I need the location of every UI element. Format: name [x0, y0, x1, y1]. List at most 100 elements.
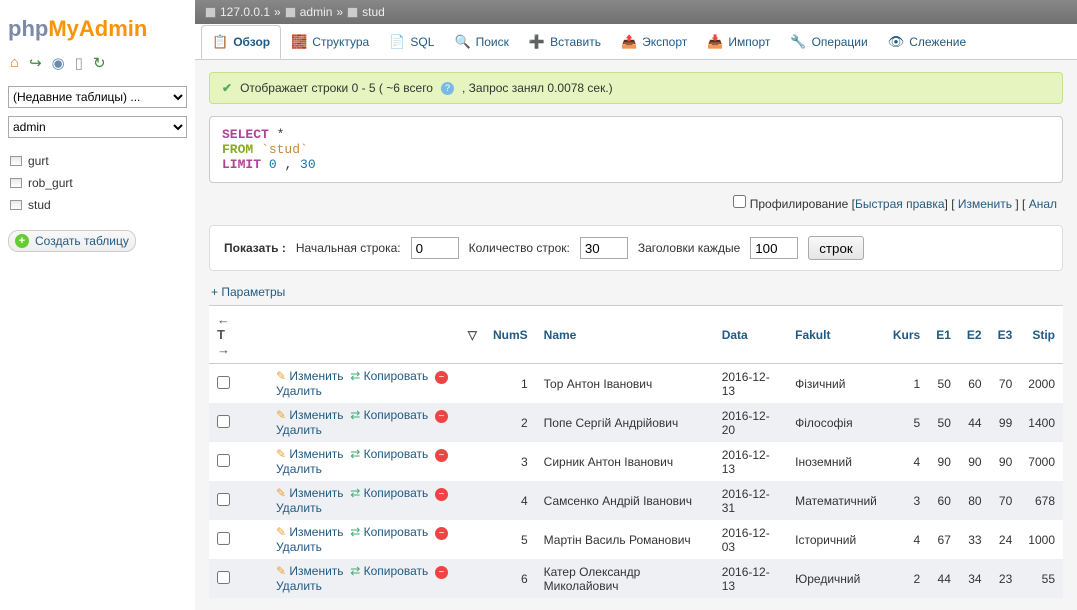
- table-icon: [10, 200, 22, 210]
- tab-structure[interactable]: 🧱Структура: [281, 26, 379, 58]
- edit-link[interactable]: Изменить: [289, 408, 343, 422]
- cell-data: 2016-12-20: [714, 403, 787, 442]
- pencil-icon: ✎: [276, 525, 286, 539]
- edit-link[interactable]: Изменить: [289, 525, 343, 539]
- db-icon: [285, 7, 296, 18]
- cell-e1: 90: [928, 442, 959, 481]
- col-kurs[interactable]: Kurs: [885, 306, 928, 364]
- col-fakult[interactable]: Fakult: [787, 306, 885, 364]
- help-icon[interactable]: ?: [441, 82, 454, 95]
- delete-link[interactable]: Удалить: [276, 579, 322, 593]
- col-nums[interactable]: NumS: [485, 306, 536, 364]
- delete-link[interactable]: Удалить: [276, 384, 322, 398]
- options-toggle[interactable]: + Параметры: [211, 285, 1063, 299]
- logout-icon[interactable]: ↪: [29, 54, 42, 72]
- tab-export[interactable]: 📤Экспорт: [611, 26, 697, 58]
- cell-nums: 2: [485, 403, 536, 442]
- tab-insert[interactable]: ➕Вставить: [519, 26, 611, 58]
- cell-data: 2016-12-13: [714, 442, 787, 481]
- cell-kurs: 3: [885, 481, 928, 520]
- copy-link[interactable]: Копировать: [364, 447, 429, 461]
- rows-submit-button[interactable]: строк: [808, 236, 863, 260]
- table-item-gurt[interactable]: gurt: [8, 150, 187, 172]
- delete-icon: −: [435, 488, 448, 501]
- breadcrumb-server[interactable]: 127.0.0.1: [220, 5, 270, 19]
- row-checkbox[interactable]: [217, 532, 230, 545]
- delete-link[interactable]: Удалить: [276, 540, 322, 554]
- copy-link[interactable]: Копировать: [364, 525, 429, 539]
- database-select[interactable]: admin: [8, 116, 187, 138]
- col-e2[interactable]: E2: [959, 306, 990, 364]
- tab-search[interactable]: 🔍Поиск: [444, 26, 518, 58]
- reload-icon[interactable]: ↻: [93, 54, 106, 72]
- col-data[interactable]: Data: [714, 306, 787, 364]
- row-count-input[interactable]: [580, 237, 628, 259]
- sort-indicator-icon: ▽: [468, 328, 477, 342]
- cell-e2: 33: [959, 520, 990, 559]
- status-message: ✔ Отображает строки 0 - 5 ( ~6 всего ? ,…: [209, 72, 1063, 104]
- copy-link[interactable]: Копировать: [364, 564, 429, 578]
- copy-icon: ⇄: [350, 369, 360, 383]
- cell-data: 2016-12-13: [714, 559, 787, 598]
- results-table: ← T → ▽ NumS Name Data Fakult Kurs E1 E2…: [209, 305, 1063, 598]
- pencil-icon: ✎: [276, 486, 286, 500]
- row-checkbox[interactable]: [217, 493, 230, 506]
- logo[interactable]: phpMyAdmin: [8, 16, 187, 42]
- row-checkbox[interactable]: [217, 571, 230, 584]
- delete-link[interactable]: Удалить: [276, 462, 322, 476]
- row-checkbox[interactable]: [217, 415, 230, 428]
- headers-every-input[interactable]: [750, 237, 798, 259]
- tab-import[interactable]: 📥Импорт: [697, 26, 780, 58]
- docs-icon[interactable]: ▯: [75, 54, 83, 72]
- cell-e3: 99: [990, 403, 1021, 442]
- col-e3[interactable]: E3: [990, 306, 1021, 364]
- delete-link[interactable]: Удалить: [276, 501, 322, 515]
- col-e1[interactable]: E1: [928, 306, 959, 364]
- cell-e1: 67: [928, 520, 959, 559]
- breadcrumb-table[interactable]: stud: [362, 5, 385, 19]
- cell-kurs: 4: [885, 520, 928, 559]
- breadcrumb-db[interactable]: admin: [300, 5, 333, 19]
- cell-e2: 60: [959, 364, 990, 404]
- structure-icon: 🧱: [291, 34, 307, 50]
- edit-link[interactable]: Изменить: [289, 447, 343, 461]
- cell-fakult: Математичний: [787, 481, 885, 520]
- tab-operations[interactable]: 🔧Операции: [780, 26, 877, 58]
- tab-sql[interactable]: 📄SQL: [379, 26, 444, 58]
- cell-name: Самсенко Андрій Іванович: [536, 481, 714, 520]
- copy-link[interactable]: Копировать: [364, 408, 429, 422]
- sort-controls[interactable]: ← T →: [217, 312, 230, 357]
- copy-link[interactable]: Копировать: [364, 369, 429, 383]
- table-item-stud[interactable]: stud: [8, 194, 187, 216]
- delete-link[interactable]: Удалить: [276, 423, 322, 437]
- delete-icon: −: [435, 371, 448, 384]
- edit-link[interactable]: Изменить: [289, 369, 343, 383]
- edit-sql-link[interactable]: Изменить: [958, 197, 1012, 211]
- edit-link[interactable]: Изменить: [289, 486, 343, 500]
- home-icon[interactable]: ⌂: [10, 54, 19, 72]
- profiling-checkbox[interactable]: [733, 195, 746, 208]
- copy-icon: ⇄: [350, 447, 360, 461]
- start-row-input[interactable]: [411, 237, 459, 259]
- pencil-icon: ✎: [276, 564, 286, 578]
- table-item-rob-gurt[interactable]: rob_gurt: [8, 172, 187, 194]
- cell-data: 2016-12-13: [714, 364, 787, 404]
- analyze-sql-link[interactable]: Анал: [1029, 197, 1057, 211]
- edit-link[interactable]: Изменить: [289, 564, 343, 578]
- query-icon[interactable]: ◉: [52, 54, 65, 72]
- cell-kurs: 1: [885, 364, 928, 404]
- recent-tables-select[interactable]: (Недавние таблицы) ...: [8, 86, 187, 108]
- cell-fakult: Іноземний: [787, 442, 885, 481]
- cell-data: 2016-12-03: [714, 520, 787, 559]
- quick-edit-link[interactable]: Быстрая правка: [855, 197, 945, 211]
- copy-link[interactable]: Копировать: [364, 486, 429, 500]
- col-name[interactable]: Name: [536, 306, 714, 364]
- create-table-button[interactable]: + Создать таблицу: [8, 230, 136, 252]
- row-checkbox[interactable]: [217, 454, 230, 467]
- tab-browse[interactable]: 📋Обзор: [201, 25, 281, 59]
- pagination-row: Показать : Начальная строка: Количество …: [209, 225, 1063, 271]
- cell-e3: 23: [990, 559, 1021, 598]
- col-stip[interactable]: Stip: [1020, 306, 1063, 364]
- tab-tracking[interactable]: 👁Слежение: [878, 26, 976, 58]
- row-checkbox[interactable]: [217, 376, 230, 389]
